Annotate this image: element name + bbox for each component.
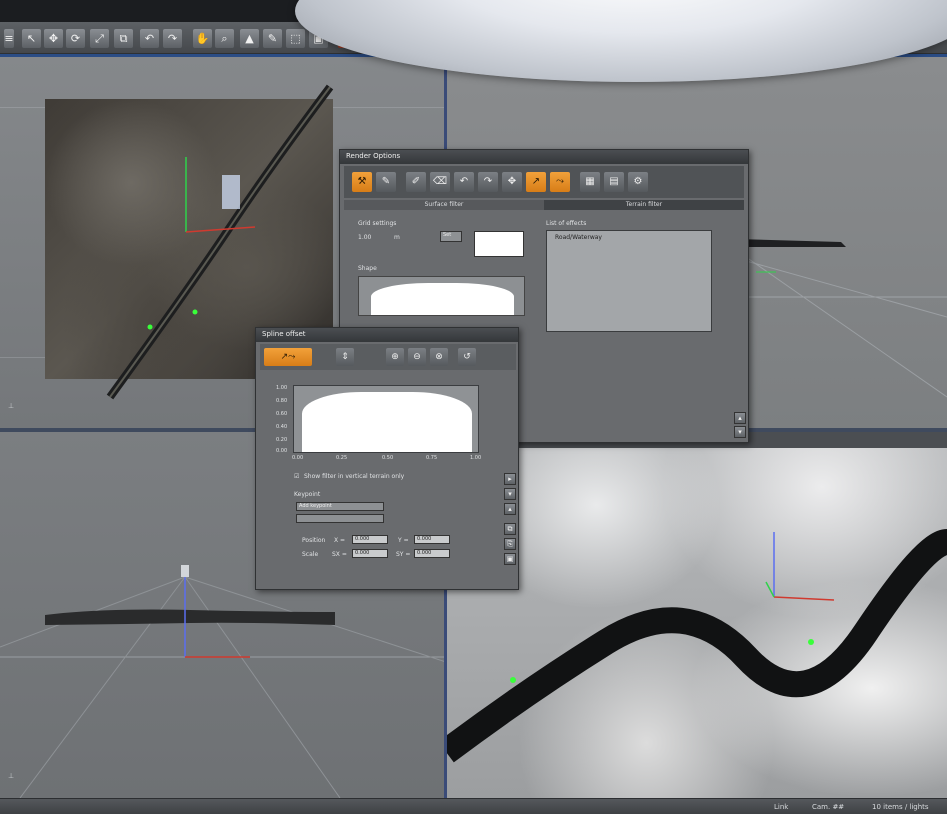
undo-icon[interactable]: ↶: [140, 29, 159, 48]
render-options-tabs: Surface filter Terrain filter: [344, 200, 744, 210]
pos-y-input[interactable]: 0.000: [414, 535, 450, 544]
spline-select-icon[interactable]: ↗: [526, 172, 546, 192]
remove-point-icon[interactable]: ⊖: [408, 348, 426, 366]
viewport-axis-label: ⊥: [8, 402, 15, 410]
shape-profile: [371, 283, 514, 315]
shape-label: Shape: [358, 265, 377, 272]
options-icon[interactable]: ⚙: [628, 172, 648, 192]
spline-offset-panel: Spline offset ↗⤳ ⇕ ⊕ ⊖ ⊗ ↺ 1.00 0.80 0.6…: [255, 327, 519, 590]
scale-x-input[interactable]: 0.000: [352, 549, 388, 558]
x-tick-label: 1.00: [470, 455, 482, 461]
copy-button[interactable]: ⧉: [504, 523, 516, 535]
fit-height-icon[interactable]: ⇕: [336, 348, 354, 366]
select-icon[interactable]: ⬚: [286, 29, 305, 48]
y-tick-label: 0.80: [276, 398, 288, 404]
grid-settings-label: Grid settings: [358, 220, 397, 227]
pan-icon[interactable]: ✥: [502, 172, 522, 192]
y-tick-label: 0.60: [276, 411, 288, 417]
pos-x-input[interactable]: 0.000: [352, 535, 388, 544]
collapse-button[interactable]: ▾: [504, 488, 516, 500]
pan-icon[interactable]: ✋: [193, 29, 212, 48]
keypoint-slider[interactable]: [296, 514, 384, 523]
paint-icon[interactable]: ✎: [263, 29, 282, 48]
list-item[interactable]: Road/Waterway: [555, 234, 602, 241]
size-value[interactable]: 1.00: [358, 234, 371, 241]
save-button[interactable]: ▣: [504, 553, 516, 565]
scale-y-label: SY =: [396, 551, 411, 558]
pos-x-label: X =: [334, 537, 346, 544]
rotate-icon[interactable]: ⟳: [66, 29, 85, 48]
size-unit: m: [394, 234, 400, 241]
set-button[interactable]: Set: [440, 231, 462, 242]
x-tick-label: 0.25: [336, 455, 348, 461]
viewport-axis-label: ⊥: [8, 772, 15, 780]
panel-title[interactable]: Spline offset: [256, 328, 518, 342]
tab-terrain-filter[interactable]: Terrain filter: [544, 200, 744, 210]
pencil-icon[interactable]: ✐: [406, 172, 426, 192]
spline-offset-toolbar: ↗⤳ ⇕ ⊕ ⊖ ⊗ ↺: [260, 344, 516, 370]
zoom-icon[interactable]: ⌕: [215, 29, 234, 48]
smooth-icon[interactable]: ⊗: [430, 348, 448, 366]
paste-button[interactable]: ⎘: [504, 538, 516, 550]
road-spline-perspective[interactable]: [446, 432, 947, 798]
x-tick-label: 0.75: [426, 455, 438, 461]
y-tick-label: 1.00: [276, 385, 288, 391]
shape-curve[interactable]: [358, 276, 525, 316]
curve-tool-icon[interactable]: ↗⤳: [264, 348, 312, 366]
grid-view-icon[interactable]: ▦: [580, 172, 600, 192]
eraser-icon[interactable]: ⌫: [430, 172, 450, 192]
road-tool-icon[interactable]: ⚒: [352, 172, 372, 192]
vertical-only-label: Show filter in vertical terrain only: [304, 473, 405, 480]
cursor-icon[interactable]: ↖: [22, 29, 41, 48]
scale-icon[interactable]: ⤢: [90, 29, 109, 48]
menu-icon[interactable]: ≡: [4, 29, 14, 48]
effects-list-label: List of effects: [546, 220, 587, 227]
y-tick-label: 0.20: [276, 437, 288, 443]
position-label: Position: [302, 537, 326, 544]
pos-y-label: Y =: [398, 537, 409, 544]
scale-y-input[interactable]: 0.000: [414, 549, 450, 558]
redo-icon[interactable]: ↷: [163, 29, 182, 48]
y-tick-label: 0.00: [276, 448, 288, 454]
layers-icon[interactable]: ▤: [604, 172, 624, 192]
redo-icon[interactable]: ↷: [478, 172, 498, 192]
terrain-icon[interactable]: ▲: [240, 29, 259, 48]
offset-curve-graph[interactable]: [293, 385, 479, 453]
scale-x-label: SX =: [332, 551, 347, 558]
effects-list[interactable]: Road/Waterway: [546, 230, 712, 332]
y-tick-label: 0.40: [276, 424, 288, 430]
status-items: 10 items / lights: [872, 803, 929, 811]
undo-icon[interactable]: ↶: [454, 172, 474, 192]
brush-icon[interactable]: ✎: [376, 172, 396, 192]
move-icon[interactable]: ✥: [44, 29, 63, 48]
add-point-icon[interactable]: ⊕: [386, 348, 404, 366]
viewport-perspective[interactable]: [446, 432, 947, 798]
scroll-up-button[interactable]: ▴: [734, 412, 746, 424]
status-mode: Link: [774, 803, 789, 811]
spline-edit-icon[interactable]: ⤳: [550, 172, 570, 192]
add-keypoint-button[interactable]: Add keypoint: [296, 502, 384, 511]
status-camera: Cam. ##: [812, 803, 845, 811]
offset-curve: [302, 392, 472, 452]
reset-button[interactable]: ▴: [504, 503, 516, 515]
panel-title[interactable]: Render Options: [340, 150, 748, 164]
x-tick-label: 0.50: [382, 455, 394, 461]
tab-surface-filter[interactable]: Surface filter: [344, 200, 544, 210]
render-options-toolbar: ⚒ ✎ ✐ ⌫ ↶ ↷ ✥ ↗ ⤳ ▦ ▤ ⚙: [344, 166, 744, 198]
copy-icon[interactable]: ⧉: [114, 29, 133, 48]
scale-label: Scale: [302, 551, 319, 558]
x-tick-label: 0.00: [292, 455, 304, 461]
vertical-only-checkbox[interactable]: ☑: [294, 473, 299, 480]
keypoint-section-label: Keypoint: [294, 491, 321, 498]
expand-button[interactable]: ▸: [504, 473, 516, 485]
color-swatch[interactable]: [474, 231, 524, 257]
scroll-down-button[interactable]: ▾: [734, 426, 746, 438]
status-bar: Link Cam. ## 10 items / lights: [0, 798, 947, 814]
reset-icon[interactable]: ↺: [458, 348, 476, 366]
